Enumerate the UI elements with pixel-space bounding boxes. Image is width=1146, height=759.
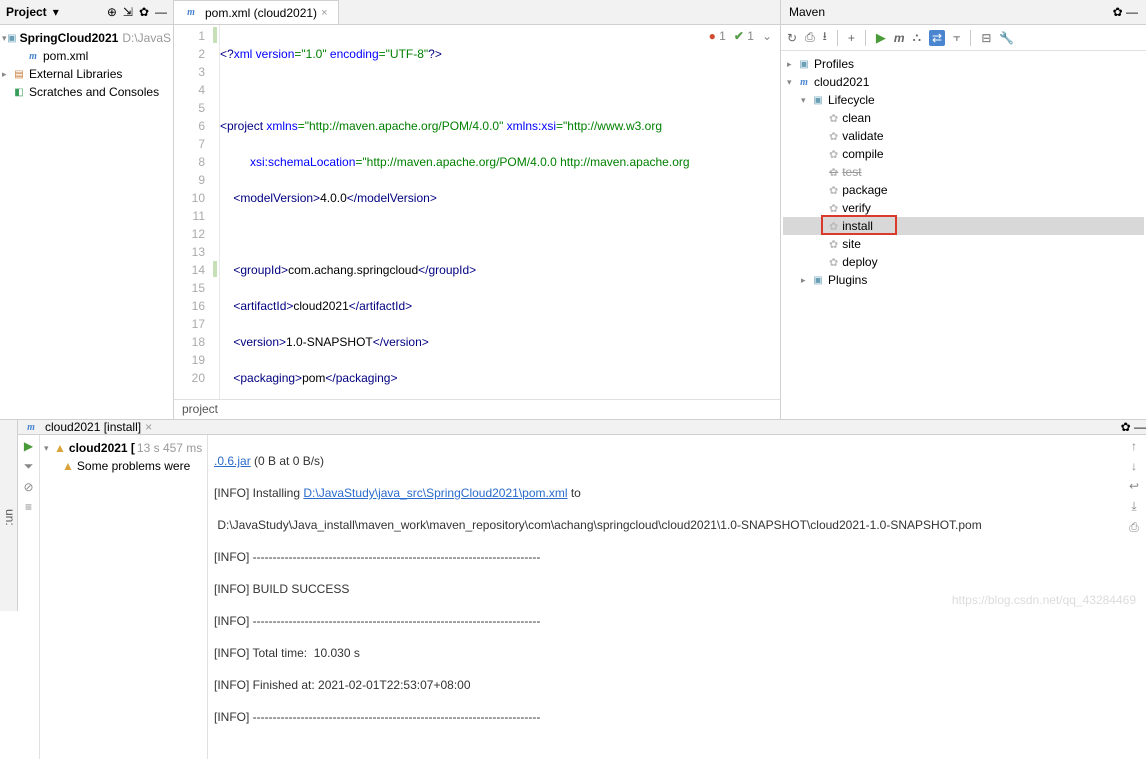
maven-title: Maven — [789, 5, 825, 19]
maven-goal-validate[interactable]: ✿validate — [783, 127, 1144, 145]
editor-body[interactable]: ● 1 ✔ 1 ⌄ 12 34 56 78 910 1112 1314 1516… — [174, 25, 780, 399]
error-icon: ● — [709, 29, 716, 43]
run-actions: ▶ ⏷ ⊘ ≡ — [18, 435, 40, 759]
maven-panel: Maven ✿ — ↻ ⎙ ⭳ + ▶ m ⛬ ⇄ ⫟ ⊟ 🔧 ▸▣Profil… — [780, 0, 1146, 419]
editor-tab-pom[interactable]: m pom.xml (cloud2021) × — [174, 0, 339, 24]
maven-goal-site[interactable]: ✿site — [783, 235, 1144, 253]
warning-icon: ▲ — [54, 441, 66, 455]
down-icon[interactable]: ↓ — [1131, 459, 1137, 473]
breadcrumb[interactable]: project — [174, 399, 780, 419]
project-title: Project — [6, 5, 47, 19]
gear-icon[interactable]: ✿ — [1121, 420, 1131, 434]
maven-goal-clean[interactable]: ✿clean — [783, 109, 1144, 127]
scratches-consoles[interactable]: ◧ Scratches and Consoles — [2, 83, 171, 101]
maven-goal-deploy[interactable]: ✿deploy — [783, 253, 1144, 271]
close-icon[interactable]: × — [321, 7, 327, 19]
close-icon[interactable]: × — [145, 420, 152, 434]
external-libraries[interactable]: ▸▤ External Libraries — [2, 65, 171, 83]
maven-plugins[interactable]: ▸▣Plugins — [783, 271, 1144, 289]
gear-icon: ✿ — [829, 220, 838, 233]
hide-icon[interactable]: — — [1126, 5, 1138, 19]
project-panel: Project ▾ ⊕ ⇲ ✿ — ▾▣ SpringCloud2021 D:\… — [0, 0, 174, 419]
m-icon[interactable]: m — [894, 31, 905, 45]
maven-goal-verify[interactable]: ✿verify — [783, 199, 1144, 217]
editor-indicators: ● 1 ✔ 1 ⌄ — [709, 29, 772, 43]
run-root[interactable]: ▾▲ cloud2021 [ 13 s 457 ms — [44, 439, 203, 457]
add-icon[interactable]: + — [848, 31, 855, 45]
more-icon[interactable]: ≡ — [25, 500, 32, 514]
run-icon[interactable]: ▶ — [876, 30, 886, 46]
gear-icon: ✿ — [829, 202, 838, 215]
chevron-icon[interactable]: ⌄ — [762, 29, 772, 43]
gear-icon[interactable]: ✿ — [1113, 5, 1123, 19]
gear-icon[interactable]: ✿ — [139, 5, 149, 19]
offline-icon[interactable]: ⇄ — [929, 30, 945, 46]
run-icon[interactable]: ▶ — [24, 439, 33, 453]
filter-icon[interactable]: ⏷ — [24, 459, 34, 474]
wrench-icon[interactable]: 🔧 — [999, 31, 1014, 45]
expand-icon[interactable]: ⇲ — [123, 5, 133, 19]
maven-profiles[interactable]: ▸▣Profiles — [783, 55, 1144, 73]
gear-icon: ✿ — [829, 166, 838, 179]
editor-tabs: m pom.xml (cloud2021) × — [174, 0, 780, 25]
hide-icon[interactable]: — — [1134, 420, 1146, 434]
maven-toolbar: ↻ ⎙ ⭳ + ▶ m ⛬ ⇄ ⫟ ⊟ 🔧 — [781, 25, 1146, 51]
gutter: 12 34 56 78 910 1112 1314 1516 1718 1920 — [174, 25, 220, 399]
reload-icon[interactable]: ↻ — [787, 31, 797, 45]
maven-goal-install[interactable]: ✿install — [783, 217, 1144, 235]
project-pom[interactable]: m pom.xml — [2, 47, 171, 65]
run-tabs: m cloud2021 [install] × ✿ — — [18, 420, 1146, 435]
run-side-label: un: — [0, 420, 18, 611]
dropdown-icon[interactable]: ▾ — [53, 5, 59, 19]
generate-icon[interactable]: ⎙ — [805, 30, 815, 45]
run-panel: un: m cloud2021 [install] × ✿ — ▶ ⏷ ⊘ ≡ … — [0, 420, 1146, 611]
run-tab[interactable]: m cloud2021 [install] × — [24, 420, 152, 434]
hide-icon[interactable]: — — [155, 5, 167, 19]
print-icon[interactable]: ⎙ — [1129, 520, 1139, 535]
project-root[interactable]: ▾▣ SpringCloud2021 D:\JavaS — [2, 29, 171, 47]
gear-icon: ✿ — [829, 238, 838, 251]
editor-panel: m pom.xml (cloud2021) × ● 1 ✔ 1 ⌄ 12 34 … — [174, 0, 780, 419]
up-icon[interactable]: ↑ — [1131, 439, 1137, 453]
gear-icon: ✿ — [829, 112, 838, 125]
collapse-icon[interactable]: ⊟ — [981, 31, 991, 45]
warning-icon: ▲ — [62, 459, 74, 473]
project-header: Project ▾ ⊕ ⇲ ✿ — — [0, 0, 173, 25]
maven-goal-test[interactable]: ✿test — [783, 163, 1144, 181]
maven-tree: ▸▣Profiles ▾mcloud2021 ▾▣Lifecycle ✿clea… — [781, 51, 1146, 293]
maven-goal-package[interactable]: ✿package — [783, 181, 1144, 199]
run-warning-item[interactable]: ▲ Some problems were — [44, 457, 203, 475]
dependencies-icon[interactable]: ⫟ — [953, 30, 960, 45]
gear-icon: ✿ — [829, 130, 838, 143]
run-tree: ▾▲ cloud2021 [ 13 s 457 ms ▲ Some proble… — [40, 435, 208, 759]
wrap-icon[interactable]: ↩ — [1129, 479, 1139, 493]
stop-icon[interactable]: ⊘ — [23, 480, 33, 494]
code-area[interactable]: <?xml version="1.0" encoding="UTF-8"?> <… — [220, 25, 780, 399]
scroll-icon[interactable]: ⤓ — [1131, 499, 1136, 514]
maven-header: Maven ✿ — — [781, 0, 1146, 25]
maven-goal-compile[interactable]: ✿compile — [783, 145, 1144, 163]
gear-icon: ✿ — [829, 148, 838, 161]
gear-icon: ✿ — [829, 184, 838, 197]
target-icon[interactable]: ⊕ — [107, 5, 117, 19]
maven-module[interactable]: ▾mcloud2021 — [783, 73, 1144, 91]
maven-icon: m — [24, 420, 38, 434]
gear-icon: ✿ — [829, 256, 838, 269]
maven-icon: m — [184, 6, 198, 20]
check-icon: ✔ — [734, 29, 744, 43]
maven-lifecycle[interactable]: ▾▣Lifecycle — [783, 91, 1144, 109]
watermark: https://blog.csdn.net/qq_43284469 — [952, 593, 1136, 607]
download-icon[interactable]: ⭳ — [823, 27, 827, 48]
project-tree: ▾▣ SpringCloud2021 D:\JavaS m pom.xml ▸▤… — [0, 25, 173, 105]
skip-tests-icon[interactable]: ⛬ — [913, 30, 921, 45]
